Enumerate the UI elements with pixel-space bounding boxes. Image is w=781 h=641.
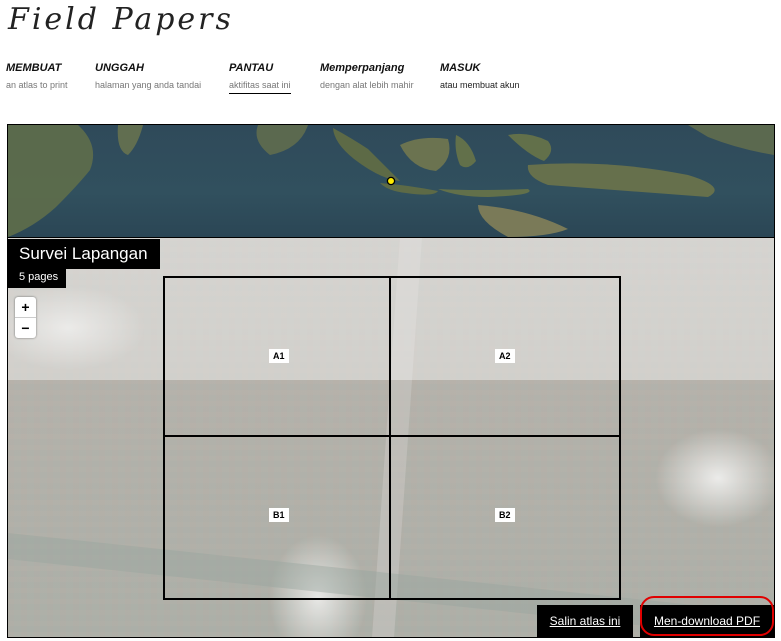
download-pdf-button[interactable]: Men-download PDF	[640, 605, 774, 637]
nav-subtitle: atau membuat akun	[440, 80, 520, 90]
grid-cell-a2[interactable]: A2	[391, 278, 619, 437]
nav-item-unggah[interactable]: UNGGAH halaman yang anda tandai	[95, 62, 201, 90]
nav-title: Memperpanjang	[320, 62, 405, 74]
nav-item-masuk[interactable]: MASUK atau membuat akun	[440, 62, 520, 90]
grid-cell-label: A1	[269, 349, 289, 363]
zoom-in-button[interactable]: +	[15, 297, 36, 317]
overview-map[interactable]	[8, 125, 774, 238]
nav-subtitle: an atlas to print	[6, 80, 68, 90]
field-papers-logo[interactable]: Field Papers	[8, 2, 234, 37]
grid-cell-b2[interactable]: B2	[391, 437, 619, 598]
nav-item-pantau[interactable]: PANTAU aktifitas saat ini	[229, 62, 291, 94]
nav-title: PANTAU	[229, 62, 274, 74]
zoom-out-button[interactable]: −	[15, 317, 36, 338]
grid-cell-a1[interactable]: A1	[165, 278, 391, 437]
copy-atlas-button[interactable]: Salin atlas ini	[537, 605, 633, 637]
grid-cell-label: B2	[495, 508, 515, 522]
grid-cell-label: B1	[269, 508, 289, 522]
nav-subtitle: halaman yang anda tandai	[95, 80, 202, 90]
page-grid: A1 A2 B1 B2	[163, 276, 621, 600]
grid-cell-label: A2	[495, 349, 515, 363]
overview-map-land	[8, 125, 774, 237]
grid-cell-b1[interactable]: B1	[165, 437, 391, 598]
nav-title: UNGGAH	[95, 62, 144, 74]
nav-item-memperpanjang[interactable]: Memperpanjang dengan alat lebih mahir	[320, 62, 414, 90]
zoom-control: + −	[15, 297, 36, 338]
nav-subtitle: aktifitas saat ini	[229, 80, 291, 90]
nav-title: MASUK	[440, 62, 481, 74]
atlas-map[interactable]: Survei Lapangan 5 pages + − A1 A2 B1 B2 …	[7, 124, 775, 638]
atlas-title: Survei Lapangan	[8, 239, 160, 269]
nav-item-membuat[interactable]: MEMBUAT an atlas to print	[6, 62, 68, 90]
atlas-page-count: 5 pages	[8, 267, 67, 288]
nav-title: MEMBUAT	[6, 62, 62, 74]
nav-subtitle: dengan alat lebih mahir	[320, 80, 414, 90]
